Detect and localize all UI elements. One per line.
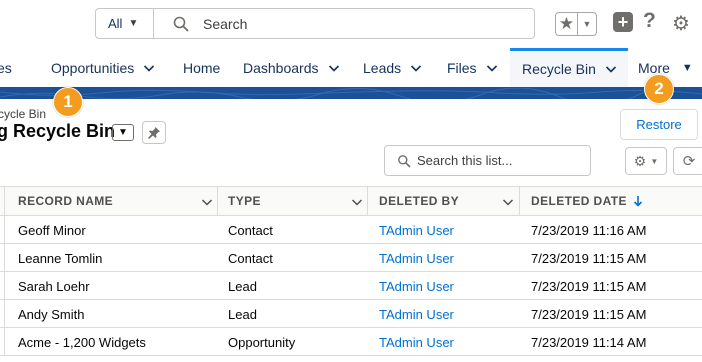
chevron-down-icon[interactable] bbox=[328, 62, 340, 74]
list-view-picker-button[interactable]: ▼ bbox=[112, 124, 134, 141]
breadcrumb: cycle Bin bbox=[0, 107, 47, 121]
star-icon[interactable]: ★ bbox=[556, 13, 578, 35]
callout-badge-2: 2 bbox=[644, 74, 674, 104]
cell-deleted-date: 7/23/2019 11:16 AM bbox=[531, 222, 647, 238]
search-icon bbox=[398, 155, 411, 168]
global-search-box[interactable]: All ▼ Search bbox=[95, 8, 535, 39]
callout-badge-1: 1 bbox=[53, 87, 83, 117]
cell-deleted-by-link[interactable]: TAdmin User bbox=[379, 300, 454, 328]
nav-item-label: Home bbox=[183, 59, 221, 76]
refresh-icon[interactable]: ⟳ bbox=[673, 147, 702, 175]
cell-type: Lead bbox=[228, 306, 257, 322]
pin-glyph bbox=[148, 126, 160, 139]
nav-item-home[interactable]: Home bbox=[183, 48, 220, 87]
nav-item-label: Recycle Bin bbox=[522, 61, 596, 77]
favorites-button-group[interactable]: ★ ▼ bbox=[555, 12, 597, 36]
column-divider bbox=[4, 300, 5, 328]
nav-item-label: More bbox=[638, 59, 670, 76]
cell-record-name: Leanne Tomlin bbox=[18, 250, 103, 266]
nav-item-dashboards[interactable]: Dashboards bbox=[243, 48, 340, 87]
column-divider bbox=[4, 244, 5, 272]
column-header-type[interactable]: TYPE bbox=[228, 187, 261, 215]
pin-icon[interactable] bbox=[142, 121, 166, 144]
gear-icon[interactable]: ⚙ bbox=[672, 11, 690, 36]
column-header-deleted-date[interactable]: DELETED DATE bbox=[531, 187, 643, 215]
cell-deleted-by-link[interactable]: TAdmin User bbox=[379, 272, 454, 300]
brand-pattern bbox=[0, 87, 702, 99]
chevron-down-icon[interactable] bbox=[351, 196, 363, 208]
cell-deleted-date: 7/23/2019 11:15 AM bbox=[531, 250, 647, 266]
cell-record-name: Geoff Minor bbox=[18, 222, 86, 238]
cell-deleted-by-link[interactable]: TAdmin User bbox=[379, 216, 454, 244]
table-row: Geoff Minor Contact TAdmin User 7/23/201… bbox=[0, 216, 702, 244]
column-divider bbox=[519, 187, 520, 215]
chevron-down-icon[interactable] bbox=[502, 196, 514, 208]
list-search-box[interactable]: Search this list... bbox=[384, 145, 591, 176]
cell-deleted-by-link[interactable]: TAdmin User bbox=[379, 244, 454, 272]
cell-deleted-date: 7/23/2019 11:15 AM bbox=[531, 306, 647, 322]
nav-item-label: Opportunities bbox=[51, 59, 135, 76]
column-header-label: DELETED DATE bbox=[531, 194, 627, 208]
cell-type: Lead bbox=[228, 278, 257, 294]
nav-item-label: Files bbox=[447, 59, 477, 76]
column-divider bbox=[4, 187, 5, 215]
list-search-input[interactable]: Search this list... bbox=[417, 153, 512, 168]
help-icon[interactable]: ? bbox=[643, 9, 656, 33]
cell-type: Contact bbox=[228, 250, 273, 266]
table-row: Sarah Loehr Lead TAdmin User 7/23/2019 1… bbox=[0, 272, 702, 300]
chevron-down-icon[interactable] bbox=[486, 62, 498, 74]
column-header-record-name[interactable]: RECORD NAME bbox=[18, 187, 113, 215]
app-name-label: es bbox=[0, 48, 12, 87]
cell-deleted-date: 7/23/2019 11:14 AM bbox=[531, 334, 647, 350]
nav-item-files[interactable]: Files bbox=[447, 48, 498, 87]
caret-down-icon[interactable]: ▼ bbox=[682, 62, 693, 74]
caret-down-icon: ▼ bbox=[650, 156, 659, 166]
chevron-down-icon[interactable] bbox=[201, 196, 213, 208]
app-name-text: es bbox=[0, 59, 12, 76]
nav-item-recycle-bin[interactable]: Recycle Bin bbox=[510, 48, 628, 87]
cell-type: Opportunity bbox=[228, 334, 296, 350]
page-title: g Recycle Bin bbox=[0, 121, 116, 141]
table-row: Leanne Tomlin Contact TAdmin User 7/23/2… bbox=[0, 244, 702, 272]
column-divider bbox=[367, 187, 368, 215]
restore-button[interactable]: Restore bbox=[620, 109, 698, 140]
search-icon bbox=[173, 16, 189, 32]
brand-band bbox=[0, 87, 702, 99]
table-header: RECORD NAME TYPE DELETED BY DELETED DATE bbox=[0, 186, 702, 216]
chevron-down-icon[interactable] bbox=[605, 63, 617, 75]
chevron-down-icon[interactable] bbox=[143, 62, 155, 74]
cell-deleted-date: 7/23/2019 11:15 AM bbox=[531, 278, 647, 294]
plus-icon[interactable]: + bbox=[613, 12, 633, 32]
cell-record-name: Acme - 1,200 Widgets bbox=[18, 334, 146, 350]
table-row: Andy Smith Lead TAdmin User 7/23/2019 11… bbox=[0, 300, 702, 328]
nav-item-leads[interactable]: Leads bbox=[363, 48, 422, 87]
chevron-down-icon[interactable] bbox=[410, 62, 422, 74]
cell-type: Contact bbox=[228, 222, 273, 238]
table-row: Acme - 1,200 Widgets Opportunity TAdmin … bbox=[0, 328, 702, 356]
cell-deleted-by-link[interactable]: TAdmin User bbox=[379, 328, 454, 356]
search-scope-label: All bbox=[108, 16, 123, 31]
caret-down-icon: ▼ bbox=[128, 18, 139, 29]
arrow-down-icon bbox=[633, 196, 642, 207]
cell-record-name: Sarah Loehr bbox=[18, 278, 90, 294]
column-divider bbox=[4, 272, 5, 300]
nav-item-label: Dashboards bbox=[243, 59, 319, 76]
nav-item-label: Leads bbox=[363, 59, 402, 76]
cell-record-name: Andy Smith bbox=[18, 306, 85, 322]
column-divider bbox=[217, 187, 218, 215]
nav-item-opportunities[interactable]: Opportunities bbox=[51, 48, 155, 87]
global-header: All ▼ Search ★ ▼ + ? ⚙ bbox=[0, 0, 702, 48]
search-scope-select[interactable]: All ▼ bbox=[96, 9, 154, 38]
gear-icon: ⚙ bbox=[633, 152, 647, 169]
column-divider bbox=[4, 216, 5, 244]
column-header-deleted-by[interactable]: DELETED BY bbox=[379, 187, 459, 215]
app-nav-bar: es Opportunities Home Dashboards Leads F… bbox=[0, 48, 702, 87]
favorites-menu-caret-icon[interactable]: ▼ bbox=[578, 13, 596, 35]
column-divider bbox=[4, 328, 5, 356]
list-settings-button[interactable]: ⚙ ▼ bbox=[625, 147, 667, 175]
global-search-input[interactable]: Search bbox=[203, 16, 247, 32]
